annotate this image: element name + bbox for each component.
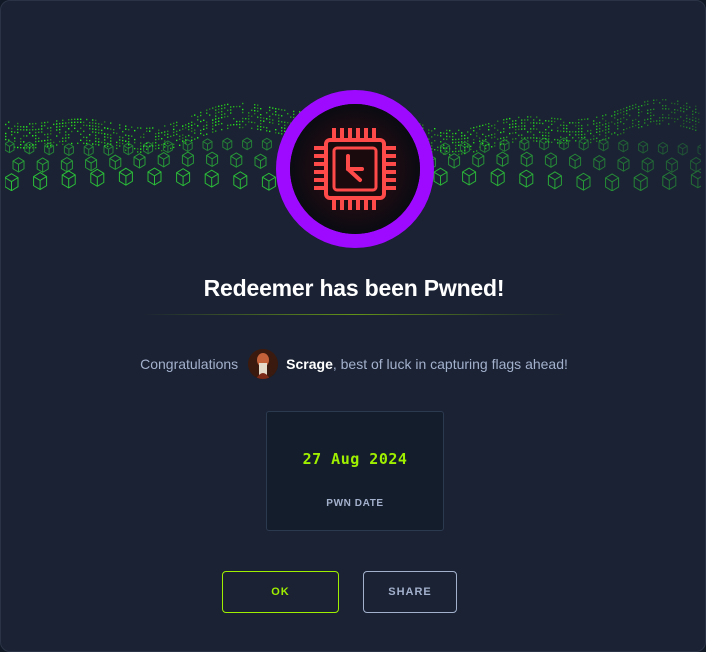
pwn-date-label: PWN DATE	[267, 498, 443, 509]
title-divider	[141, 314, 567, 315]
congrats-suffix: , best of luck in capturing flags ahead!	[333, 356, 568, 372]
ok-button[interactable]: OK	[222, 571, 339, 613]
username: Scrage	[286, 356, 333, 372]
dialog-title: Redeemer has been Pwned!	[1, 275, 706, 302]
congrats-prefix: Congratulations	[140, 356, 238, 372]
cpu-clock-icon	[290, 104, 420, 234]
share-button[interactable]: SHARE	[363, 571, 457, 613]
pwned-dialog: Redeemer has been Pwned! Congratulations…	[0, 0, 706, 652]
pwn-date-card: 27 Aug 2024 PWN DATE	[266, 411, 444, 531]
pwn-date-value: 27 Aug 2024	[267, 450, 443, 468]
machine-badge	[276, 90, 434, 248]
user-avatar	[248, 349, 278, 379]
congrats-message: Congratulations Scrage , best of luck in…	[1, 347, 706, 381]
